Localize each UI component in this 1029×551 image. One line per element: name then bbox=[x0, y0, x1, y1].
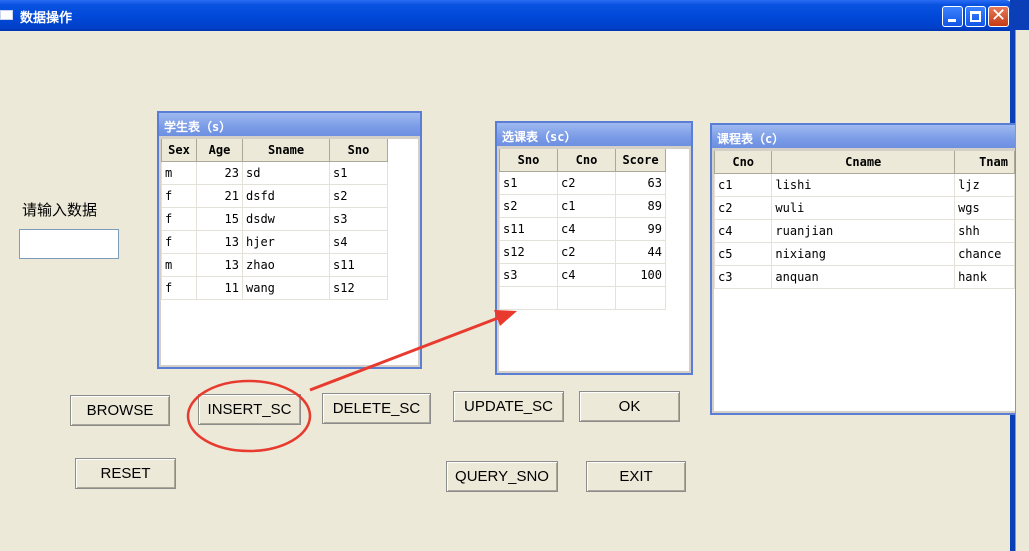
annotation-arrow-line bbox=[309, 316, 499, 392]
annotation-arrowhead bbox=[494, 310, 517, 326]
annotation-overlay bbox=[186, 310, 517, 453]
annotation-circle bbox=[186, 379, 312, 453]
